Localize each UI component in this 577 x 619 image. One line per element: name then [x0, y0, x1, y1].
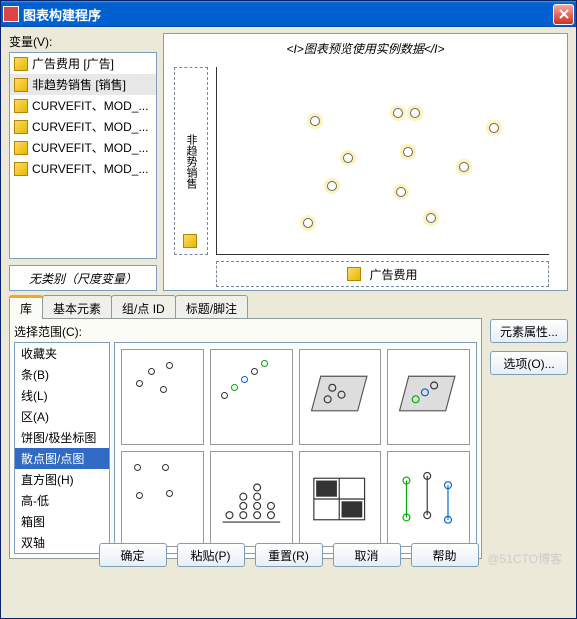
type-item[interactable]: 区(A): [15, 406, 109, 427]
variables-label: 变量(V):: [9, 33, 157, 50]
choose-from-label: 选择范围(C):: [14, 323, 477, 340]
variable-item[interactable]: CURVEFIT、MOD_...: [10, 137, 156, 158]
dialog-footer: 确定 粘贴(P) 重置(R) 取消 帮助 @51CTO博客: [9, 535, 568, 569]
variable-label: CURVEFIT、MOD_...: [32, 139, 148, 156]
tab-titles-footnotes[interactable]: 标题/脚注: [175, 295, 248, 318]
scale-icon: [14, 57, 28, 71]
y-axis-label: 非趋势销售: [183, 134, 199, 189]
variable-item[interactable]: CURVEFIT、MOD_...: [10, 158, 156, 179]
reset-button[interactable]: 重置(R): [255, 543, 323, 567]
tab-basic-elements[interactable]: 基本元素: [42, 295, 112, 318]
options-button[interactable]: 选项(O)...: [490, 351, 568, 375]
close-button[interactable]: [553, 4, 574, 25]
type-item[interactable]: 饼图/极坐标图: [15, 427, 109, 448]
tab-group-point-id[interactable]: 组/点 ID: [111, 295, 176, 318]
scatter-plot: [216, 67, 549, 255]
type-item[interactable]: 高-低: [15, 490, 109, 511]
variable-label: 非趋势销售 [销售]: [32, 76, 126, 93]
variable-item[interactable]: 非趋势销售 [销售]: [10, 74, 156, 95]
gallery-grouped-3d-scatter[interactable]: [387, 349, 470, 445]
variable-label: CURVEFIT、MOD_...: [32, 118, 148, 135]
chart-preview-pane: <I>图表预览使用实例数据</I> 非趋势销售: [163, 33, 568, 291]
chart-canvas[interactable]: 非趋势销售: [174, 67, 549, 282]
scale-icon: [14, 141, 28, 155]
app-icon: [3, 6, 19, 22]
gallery-overlay-scatter[interactable]: [121, 451, 204, 547]
type-item[interactable]: 箱图: [15, 511, 109, 532]
variables-list[interactable]: 广告费用 [广告] 非趋势销售 [销售] CURVEFIT、MOD_... CU…: [9, 52, 157, 259]
window-title: 图表构建程序: [23, 5, 553, 24]
chart-gallery: [114, 342, 477, 554]
variable-item[interactable]: 广告费用 [广告]: [10, 53, 156, 74]
close-icon: [559, 9, 569, 19]
gallery-matrix-scatter[interactable]: [299, 451, 382, 547]
type-item[interactable]: 线(L): [15, 385, 109, 406]
x-axis-drop-zone[interactable]: 广告费用: [216, 261, 549, 287]
scale-icon: [14, 120, 28, 134]
help-button[interactable]: 帮助: [411, 543, 479, 567]
title-bar: 图表构建程序: [1, 1, 576, 27]
gallery-drop-line[interactable]: [387, 451, 470, 547]
watermark: @51CTO博客: [487, 550, 562, 567]
y-axis-drop-zone[interactable]: 非趋势销售: [174, 67, 208, 255]
chart-type-list[interactable]: 收藏夹 条(B) 线(L) 区(A) 饼图/极坐标图 散点图/点图 直方图(H)…: [14, 342, 110, 554]
type-item[interactable]: 散点图/点图: [15, 448, 109, 469]
gallery-3d-scatter[interactable]: [299, 349, 382, 445]
scale-icon: [347, 267, 361, 281]
preview-title: <I>图表预览使用实例数据</I>: [164, 34, 567, 63]
scale-icon: [14, 99, 28, 113]
cancel-button[interactable]: 取消: [333, 543, 401, 567]
type-item[interactable]: 条(B): [15, 364, 109, 385]
x-axis-label: 广告费用: [369, 266, 417, 283]
variable-item[interactable]: CURVEFIT、MOD_...: [10, 95, 156, 116]
paste-button[interactable]: 粘贴(P): [177, 543, 245, 567]
gallery-dot-plot[interactable]: [210, 451, 293, 547]
ok-button[interactable]: 确定: [99, 543, 167, 567]
variable-item[interactable]: CURVEFIT、MOD_...: [10, 116, 156, 137]
scale-icon: [183, 234, 197, 248]
scale-icon: [14, 78, 28, 92]
scale-icon: [14, 162, 28, 176]
variable-label: 广告费用 [广告]: [32, 55, 114, 72]
tab-bar: 库 基本元素 组/点 ID 标题/脚注: [9, 295, 482, 319]
tab-library[interactable]: 库: [9, 295, 43, 318]
element-properties-button[interactable]: 元素属性...: [490, 319, 568, 343]
no-category-box: 无类别（尺度变量）: [9, 265, 157, 291]
variable-label: CURVEFIT、MOD_...: [32, 160, 148, 177]
type-item[interactable]: 收藏夹: [15, 343, 109, 364]
gallery-simple-scatter[interactable]: [121, 349, 204, 445]
type-item[interactable]: 直方图(H): [15, 469, 109, 490]
variable-label: CURVEFIT、MOD_...: [32, 97, 148, 114]
gallery-grouped-scatter[interactable]: [210, 349, 293, 445]
